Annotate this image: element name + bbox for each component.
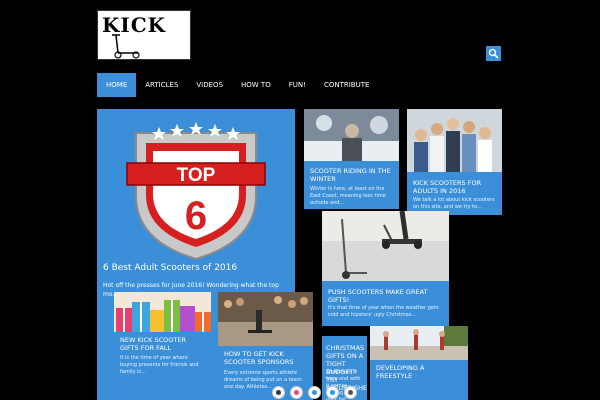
- scooter-icon: [112, 34, 140, 59]
- social-icon[interactable]: [344, 386, 357, 399]
- post-title[interactable]: HOW TO GET KICK SCOOTER SPONSORS: [224, 350, 307, 366]
- scooter-photo: [322, 211, 449, 281]
- post-card-push-scooters-gifts[interactable]: PUSH SCOOTERS MAKE GREAT GIFTS! It's tha…: [322, 211, 449, 326]
- nav-item-videos[interactable]: VIDEOS: [187, 73, 232, 97]
- badge-number-text: 6: [185, 194, 207, 238]
- post-card-adults-2016[interactable]: KICK SCOOTERS FOR ADULTS IN 2016 We talk…: [407, 109, 502, 215]
- winter-photo: [304, 109, 399, 161]
- post-title[interactable]: NEW KICK SCOOTER GIFTS FOR FALL: [120, 336, 205, 352]
- post-card-sponsors[interactable]: HOW TO GET KICK SCOOTER SPONSORS Every e…: [218, 292, 313, 400]
- social-icon[interactable]: [290, 386, 303, 399]
- nav-item-how-to[interactable]: HOW TO: [232, 73, 280, 97]
- post-excerpt: Winter is here, at least on the East Coa…: [310, 186, 386, 206]
- post-excerpt: It is the time of year where buying pres…: [120, 355, 199, 375]
- post-title[interactable]: DEVELOPING A FREESTYLE: [376, 364, 462, 380]
- social-icon[interactable]: [272, 386, 285, 399]
- post-title[interactable]: SCOOTER RIDING IN THE WINTER: [310, 167, 393, 183]
- search-icon: [488, 48, 499, 59]
- post-excerpt: We talk a lot about kick scooters on thi…: [413, 197, 495, 210]
- main-nav: HOME ARTICLES VIDEOS HOW TO FUN! CONTRIB…: [97, 73, 378, 97]
- post-excerpt: It's that time of year when the weather …: [328, 305, 439, 318]
- post-title[interactable]: PUSH SCOOTERS MAKE GREAT GIFTS!: [328, 288, 443, 304]
- people-thumbs-up-photo: [407, 109, 502, 172]
- search-button[interactable]: [486, 46, 501, 61]
- nav-item-fun[interactable]: FUN!: [280, 73, 315, 97]
- social-icon[interactable]: [308, 386, 321, 399]
- nav-item-contribute[interactable]: CONTRIBUTE: [315, 73, 378, 97]
- featured-post-title[interactable]: 6 Best Adult Scooters of 2016: [103, 263, 289, 274]
- freestyle-rider-photo: [370, 326, 468, 360]
- top-6-badge-image: TOP 6: [126, 122, 266, 261]
- gift-boxes-photo: [114, 292, 211, 332]
- post-card-freestyle[interactable]: DEVELOPING A FREESTYLE: [370, 326, 468, 400]
- site-logo[interactable]: KICK: [97, 10, 191, 60]
- nav-item-home[interactable]: HOME: [97, 73, 137, 97]
- post-card-gifts-for-fall[interactable]: NEW KICK SCOOTER GIFTS FOR FALL It is th…: [114, 292, 211, 400]
- post-card-winter[interactable]: SCOOTER RIDING IN THE WINTER Winter is h…: [304, 109, 399, 209]
- social-icon[interactable]: [326, 386, 339, 399]
- skatepark-crowd-photo: [218, 292, 313, 346]
- post-title[interactable]: KICK SCOOTERS FOR ADULTS IN 2016: [413, 179, 496, 195]
- badge-top-text: TOP: [177, 165, 216, 186]
- nav-item-articles[interactable]: ARTICLES: [136, 73, 187, 97]
